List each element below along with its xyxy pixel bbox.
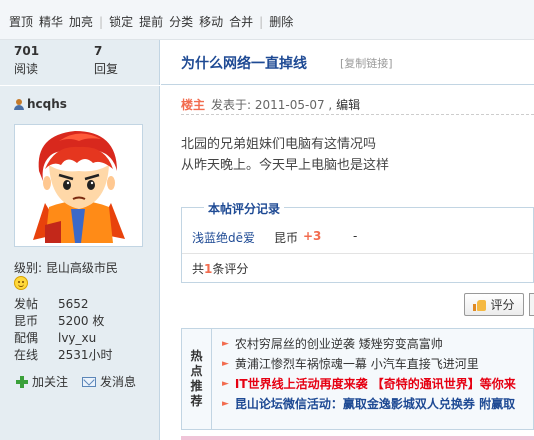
views-count: 701 <box>14 44 40 58</box>
hot-item-text: 昆山论坛微信活动：赢取金逸影城双人兑换券 附赢取 <box>234 397 516 411</box>
hot-label: 热 点 推 荐 <box>182 329 212 429</box>
rating-summary-prefix: 共 <box>192 262 205 276</box>
replies-stat: 7 回复 <box>94 44 118 77</box>
rating-summary: 共1条评分 <box>182 253 533 283</box>
copy-link-button[interactable]: [复制链接] <box>340 55 393 71</box>
user-icon <box>14 98 24 110</box>
rating-value: +3 <box>303 229 322 243</box>
hot-label-char: 热 <box>190 349 203 363</box>
sticky-button[interactable]: 置顶 <box>9 13 33 30</box>
avatar[interactable] <box>14 124 143 247</box>
hot-label-char: 荐 <box>190 394 203 408</box>
rating-log: 本帖评分记录 浅蓝绝dē爱 昆币 +3 - 共1条评分 <box>181 200 534 283</box>
arrow-icon: ► <box>222 399 229 409</box>
info-key: 配偶 <box>14 331 39 345</box>
hot-label-char: 推 <box>190 379 203 393</box>
moderation-toolbar: 置顶 精华 加亮 | 锁定 提前 分类 移动 合并 | 删除 <box>0 0 534 40</box>
move-button[interactable]: 移动 <box>199 13 223 30</box>
header-divider <box>181 114 534 115</box>
views-label: 阅读 <box>14 62 39 76</box>
banner-strip <box>181 436 534 440</box>
info-row: 发帖 5652 <box>14 296 113 313</box>
hot-recommend: 热 点 推 荐 ► 农村穷屌丝的创业逆袭 矮矬穷变高富帅 ► 黄浦江惨烈车祸惊魂… <box>181 328 534 430</box>
rank-smiley-icon <box>14 276 28 290</box>
hot-list: ► 农村穷屌丝的创业逆袭 矮矬穷变高富帅 ► 黄浦江惨烈车祸惊魂一幕 小汽车直接… <box>222 334 516 414</box>
rating-title: 本帖评分记录 <box>204 200 285 217</box>
arrow-icon: ► <box>222 339 229 349</box>
bump-button[interactable]: 提前 <box>139 13 163 30</box>
hot-item-text: 农村穷屌丝的创业逆袭 矮矬穷变高富帅 <box>234 337 443 351</box>
rating-summary-suffix: 条评分 <box>212 262 249 276</box>
replies-label: 回复 <box>94 62 119 76</box>
rating-reason: - <box>353 229 358 243</box>
lock-button[interactable]: 锁定 <box>109 13 133 30</box>
author-rank: 级别: 昆山高级市民 <box>14 261 118 275</box>
hot-label-char: 点 <box>190 364 203 378</box>
send-message-button[interactable]: 发消息 <box>82 373 136 390</box>
info-row: 昆币 5200 枚 <box>14 313 113 330</box>
hot-item[interactable]: ► IT世界线上活动再度来袭 【奇特的通讯世界】等你来 <box>222 374 516 394</box>
author-info: 发帖 5652 昆币 5200 枚 配偶 lvy_xu 在线 2531小时 <box>14 296 113 364</box>
info-value: 2531小时 <box>58 348 113 362</box>
post-content: 北园的兄弟姐妹们电脑有这情况吗 从昨天晚上。今天早上电脑也是这样 <box>181 134 389 176</box>
arrow-icon: ► <box>222 379 229 389</box>
delete-button[interactable]: 删除 <box>269 13 293 30</box>
post-header: 楼主 发表于: 2011-05-07 , 编辑 <box>181 96 360 113</box>
post-date: 发表于: 2011-05-07 , <box>211 98 337 112</box>
info-value: 5652 <box>58 297 89 311</box>
views-stat: 701 阅读 <box>14 44 39 77</box>
info-key: 发帖 <box>14 297 39 311</box>
info-key: 昆币 <box>14 314 39 328</box>
hot-item[interactable]: ► 黄浦江惨烈车祸惊魂一幕 小汽车直接飞进河里 <box>222 354 516 374</box>
hot-item-text: IT世界线上活动再度来袭 【奇特的通讯世界】等你来 <box>234 377 516 391</box>
rate-button-label: 评分 <box>490 298 515 312</box>
info-value: 5200 枚 <box>58 314 105 328</box>
envelope-icon <box>82 376 97 387</box>
toolbar-divider: | <box>99 14 104 29</box>
info-row: 配偶 lvy_xu <box>14 330 113 347</box>
follow-button[interactable]: 加关注 <box>32 373 68 390</box>
highlight-button[interactable]: 加亮 <box>69 13 93 30</box>
post-line: 从昨天晚上。今天早上电脑也是这样 <box>181 158 390 173</box>
send-message-label: 发消息 <box>100 375 137 389</box>
info-row: 在线 2531小时 <box>14 347 113 364</box>
edit-link[interactable]: 编辑 <box>336 98 360 112</box>
author-actions: 加关注 发消息 <box>16 373 136 390</box>
post-body: 楼主 发表于: 2011-05-07 , 编辑 北园的兄弟姐妹们电脑有这情况吗 从… <box>161 86 534 440</box>
arrow-icon: ► <box>222 359 229 369</box>
next-action-button[interactable] <box>529 293 534 316</box>
rater-name[interactable]: 浅蓝绝dē爱 <box>192 229 274 246</box>
author-name[interactable]: hcqhs <box>27 97 67 111</box>
author-profile: hcqhs 级别: 昆山高级市民 发帖 5652 昆币 5200 枚 配偶 lv… <box>0 86 160 440</box>
thread-title-bar: 为什么网络一直掉线 [复制链接] <box>161 40 534 85</box>
rate-button[interactable]: 评分 <box>464 293 524 316</box>
thread-stats: 701 阅读 7 回复 <box>0 40 160 85</box>
plus-icon <box>16 375 28 388</box>
author-name-row: hcqhs <box>14 97 67 111</box>
hot-item[interactable]: ► 农村穷屌丝的创业逆袭 矮矬穷变高富帅 <box>222 334 516 354</box>
floor-label: 楼主 <box>181 98 206 112</box>
digest-button[interactable]: 精华 <box>39 13 63 30</box>
hot-item[interactable]: ► 昆山论坛微信活动：赢取金逸影城双人兑换券 附赢取 <box>222 394 516 414</box>
hot-item-text: 黄浦江惨烈车祸惊魂一幕 小汽车直接飞进河里 <box>234 357 479 371</box>
info-value[interactable]: lvy_xu <box>58 330 96 347</box>
replies-count: 7 <box>94 44 103 58</box>
post-line: 北园的兄弟姐妹们电脑有这情况吗 <box>181 137 377 152</box>
category-button[interactable]: 分类 <box>169 13 193 30</box>
thumbs-up-icon <box>473 299 487 311</box>
merge-button[interactable]: 合并 <box>229 13 253 30</box>
rating-row: 浅蓝绝dē爱 昆币 +3 - <box>192 229 357 246</box>
thread-title[interactable]: 为什么网络一直掉线 <box>181 53 307 73</box>
rating-currency: 昆币 <box>274 231 299 245</box>
info-key: 在线 <box>14 348 39 362</box>
toolbar-divider: | <box>259 14 264 29</box>
